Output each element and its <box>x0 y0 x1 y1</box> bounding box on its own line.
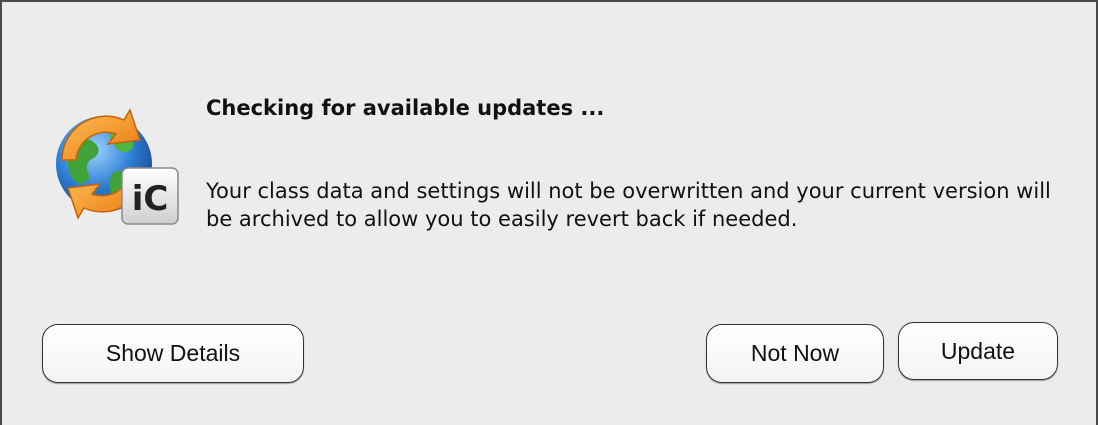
dialog-heading: Checking for available updates ... <box>206 96 605 120</box>
globe-update-icon: iC <box>56 108 179 225</box>
dialog-message: Your class data and settings will not be… <box>206 179 1051 231</box>
update-dialog: iC Checking for available updates ... Yo… <box>0 0 1098 425</box>
update-button[interactable]: Update <box>898 322 1058 380</box>
icon-badge-text: iC <box>132 179 169 219</box>
not-now-button[interactable]: Not Now <box>706 324 884 383</box>
show-details-button[interactable]: Show Details <box>42 324 304 383</box>
